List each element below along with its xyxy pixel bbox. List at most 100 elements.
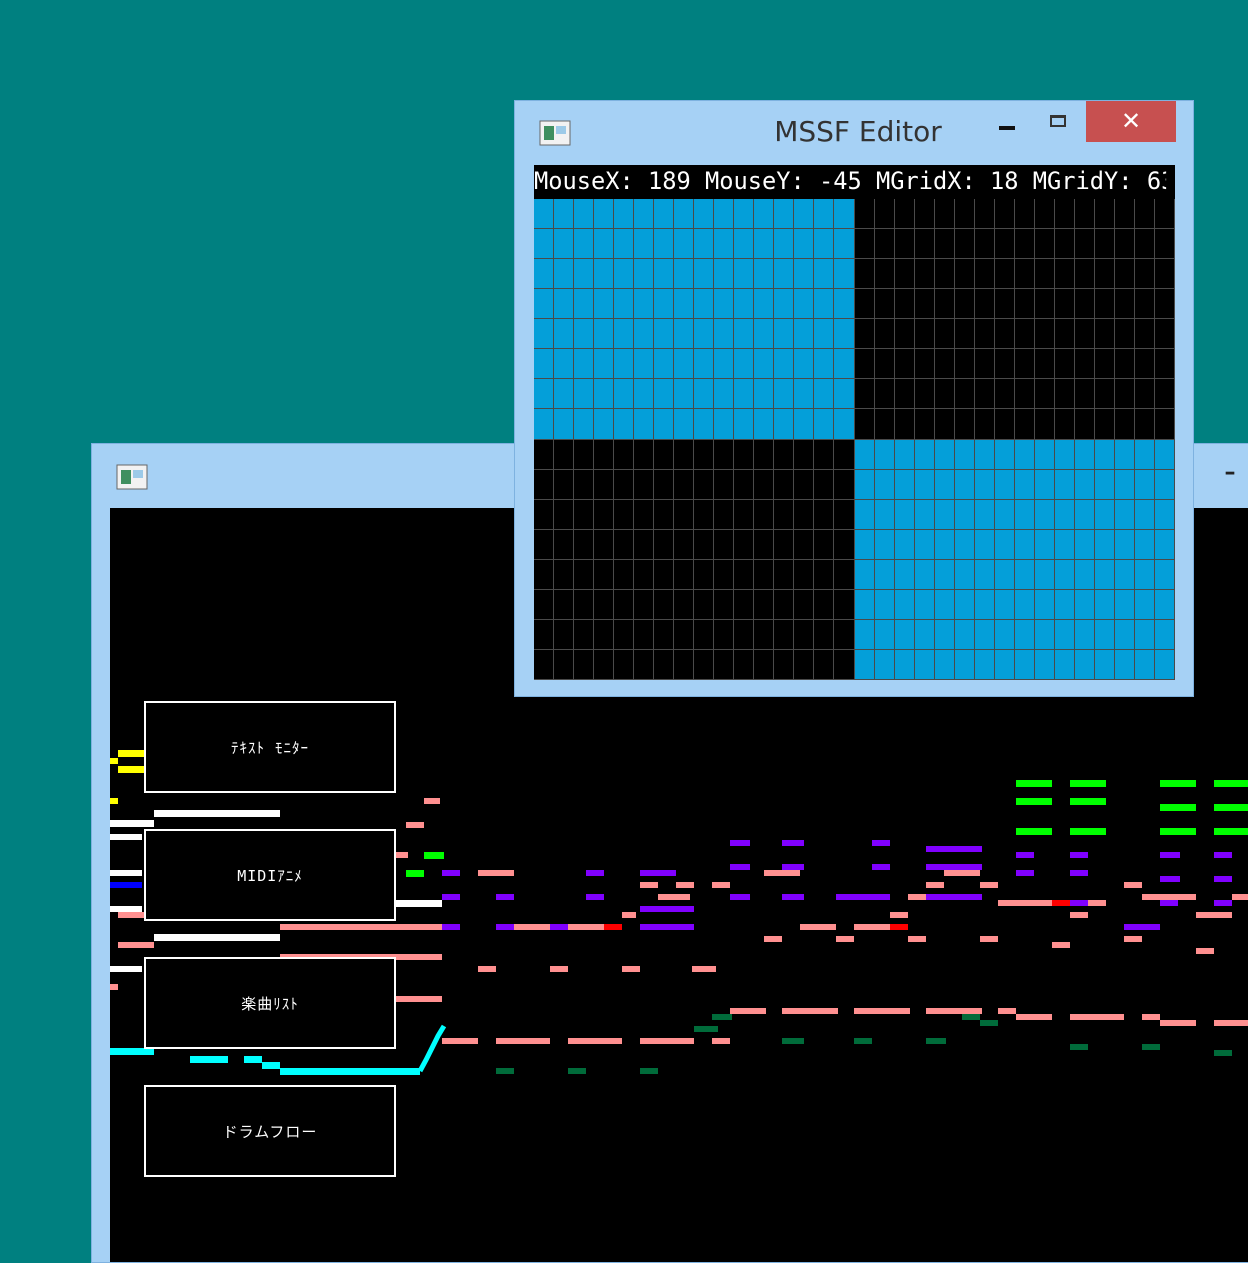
grid-cell[interactable] bbox=[694, 529, 715, 560]
grid-cell[interactable] bbox=[874, 409, 895, 440]
grid-cell[interactable] bbox=[894, 259, 915, 290]
grid-cell[interactable] bbox=[814, 319, 835, 350]
grid-cell[interactable] bbox=[554, 379, 575, 410]
grid-cell[interactable] bbox=[694, 259, 715, 290]
grid-cell[interactable] bbox=[1054, 469, 1075, 500]
grid-cell[interactable] bbox=[594, 589, 615, 620]
grid-cell[interactable] bbox=[734, 499, 755, 530]
grid-cell[interactable] bbox=[1094, 529, 1115, 560]
grid-cell[interactable] bbox=[994, 439, 1015, 470]
grid-cell[interactable] bbox=[1074, 259, 1095, 290]
grid-cell[interactable] bbox=[834, 559, 855, 590]
grid-cell[interactable] bbox=[894, 379, 915, 410]
grid-cell[interactable] bbox=[1034, 589, 1055, 620]
grid-cell[interactable] bbox=[914, 199, 935, 230]
grid-cell[interactable] bbox=[994, 559, 1015, 590]
grid-cell[interactable] bbox=[754, 349, 775, 380]
grid-cell[interactable] bbox=[1074, 559, 1095, 590]
text-monitor-button[interactable]: ﾃｷｽﾄ ﾓﾆﾀｰ bbox=[144, 701, 396, 793]
grid-cell[interactable] bbox=[1154, 499, 1175, 530]
grid-cell[interactable] bbox=[574, 649, 595, 680]
grid-cell[interactable] bbox=[934, 529, 955, 560]
grid-cell[interactable] bbox=[1054, 589, 1075, 620]
grid-cell[interactable] bbox=[694, 409, 715, 440]
grid-cell[interactable] bbox=[614, 529, 635, 560]
grid-cell[interactable] bbox=[554, 559, 575, 590]
grid-cell[interactable] bbox=[714, 499, 735, 530]
grid-cell[interactable] bbox=[1054, 379, 1075, 410]
grid-cell[interactable] bbox=[674, 469, 695, 500]
grid-cell[interactable] bbox=[554, 259, 575, 290]
grid-cell[interactable] bbox=[574, 499, 595, 530]
grid-cell[interactable] bbox=[914, 619, 935, 650]
grid-cell[interactable] bbox=[674, 559, 695, 590]
grid-cell[interactable] bbox=[834, 379, 855, 410]
grid-cell[interactable] bbox=[734, 619, 755, 650]
grid-cell[interactable] bbox=[554, 349, 575, 380]
grid-cell[interactable] bbox=[974, 589, 995, 620]
grid-cell[interactable] bbox=[1094, 379, 1115, 410]
grid-cell[interactable] bbox=[1014, 619, 1035, 650]
grid-cell[interactable] bbox=[594, 289, 615, 320]
grid-cell[interactable] bbox=[674, 499, 695, 530]
grid-cell[interactable] bbox=[854, 349, 875, 380]
grid-cell[interactable] bbox=[1074, 319, 1095, 350]
grid-cell[interactable] bbox=[714, 199, 735, 230]
grid-cell[interactable] bbox=[734, 259, 755, 290]
grid-cell[interactable] bbox=[1094, 319, 1115, 350]
grid-cell[interactable] bbox=[1034, 499, 1055, 530]
grid-cell[interactable] bbox=[534, 409, 555, 440]
grid-cell[interactable] bbox=[954, 649, 975, 680]
grid-cell[interactable] bbox=[614, 349, 635, 380]
grid-cell[interactable] bbox=[694, 319, 715, 350]
grid-cell[interactable] bbox=[914, 589, 935, 620]
grid-cell[interactable] bbox=[1054, 229, 1075, 260]
grid-cell[interactable] bbox=[894, 439, 915, 470]
grid-cell[interactable] bbox=[574, 469, 595, 500]
grid-cell[interactable] bbox=[574, 589, 595, 620]
grid-cell[interactable] bbox=[1114, 469, 1135, 500]
grid-cell[interactable] bbox=[1034, 439, 1055, 470]
grid-cell[interactable] bbox=[934, 559, 955, 590]
grid-cell[interactable] bbox=[914, 229, 935, 260]
grid-cell[interactable] bbox=[1034, 379, 1055, 410]
grid-cell[interactable] bbox=[1154, 559, 1175, 590]
grid-cell[interactable] bbox=[774, 259, 795, 290]
grid-cell[interactable] bbox=[574, 439, 595, 470]
grid-cell[interactable] bbox=[574, 199, 595, 230]
grid-cell[interactable] bbox=[614, 409, 635, 440]
grid-cell[interactable] bbox=[1014, 409, 1035, 440]
song-list-button[interactable]: 楽曲ﾘｽﾄ bbox=[144, 957, 396, 1049]
grid-cell[interactable] bbox=[914, 259, 935, 290]
grid-cell[interactable] bbox=[1054, 199, 1075, 230]
grid-cell[interactable] bbox=[1114, 409, 1135, 440]
grid-cell[interactable] bbox=[814, 649, 835, 680]
grid-cell[interactable] bbox=[894, 409, 915, 440]
grid-cell[interactable] bbox=[534, 379, 555, 410]
grid-cell[interactable] bbox=[1114, 499, 1135, 530]
grid-cell[interactable] bbox=[714, 439, 735, 470]
grid-cell[interactable] bbox=[994, 199, 1015, 230]
grid-cell[interactable] bbox=[754, 409, 775, 440]
grid-cell[interactable] bbox=[1034, 349, 1055, 380]
grid-cell[interactable] bbox=[774, 319, 795, 350]
grid-cell[interactable] bbox=[614, 589, 635, 620]
grid-cell[interactable] bbox=[874, 439, 895, 470]
grid-cell[interactable] bbox=[614, 259, 635, 290]
grid-cell[interactable] bbox=[814, 229, 835, 260]
grid-cell[interactable] bbox=[774, 469, 795, 500]
grid-cell[interactable] bbox=[974, 529, 995, 560]
grid-cell[interactable] bbox=[594, 409, 615, 440]
grid-cell[interactable] bbox=[834, 439, 855, 470]
grid-cell[interactable] bbox=[1034, 559, 1055, 590]
grid-cell[interactable] bbox=[654, 409, 675, 440]
grid-cell[interactable] bbox=[674, 409, 695, 440]
grid-cell[interactable] bbox=[994, 289, 1015, 320]
grid-cell[interactable] bbox=[794, 319, 815, 350]
grid-cell[interactable] bbox=[794, 559, 815, 590]
grid-cell[interactable] bbox=[1054, 619, 1075, 650]
grid-cell[interactable] bbox=[974, 289, 995, 320]
grid-cell[interactable] bbox=[994, 259, 1015, 290]
grid-cell[interactable] bbox=[874, 319, 895, 350]
grid-cell[interactable] bbox=[854, 199, 875, 230]
